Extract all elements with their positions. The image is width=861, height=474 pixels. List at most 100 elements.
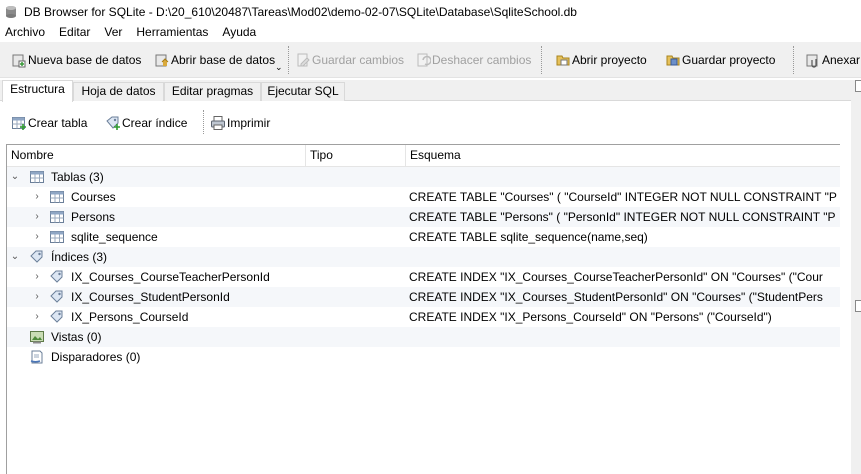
chevron-down-icon[interactable]: ⌄ [10, 167, 20, 187]
save-project-button[interactable]: Guardar proyecto [665, 51, 775, 69]
menu-archivo[interactable]: Archivo [0, 23, 52, 42]
column-header-esquema[interactable]: Esquema [406, 145, 840, 167]
tree-item-label: IX_Courses_CourseTeacherPersonId [71, 270, 270, 284]
tree-row-table[interactable]: › Courses CREATE TABLE "Courses" ( "Cour… [7, 187, 840, 207]
index-icon [50, 270, 63, 283]
create-index-label: Crear índice [122, 116, 188, 130]
new-database-button[interactable]: Nueva base de datos [11, 51, 141, 69]
tree-item-schema: CREATE TABLE "Courses" ( "CourseId" INTE… [409, 190, 837, 204]
table-icon [50, 231, 64, 243]
save-project-icon [666, 55, 680, 66]
chevron-right-icon[interactable]: › [32, 187, 42, 207]
table-icon [50, 211, 64, 223]
tree-row-index[interactable]: › IX_Courses_StudentPersonId CREATE INDE… [7, 287, 840, 307]
write-changes-button[interactable]: Guardar cambios [295, 51, 404, 69]
index-group-icon [30, 250, 43, 263]
revert-changes-label: Deshacer cambios [432, 53, 532, 67]
tree-item-label: IX_Persons_CourseId [71, 310, 189, 324]
toolbar-separator [288, 46, 289, 74]
chevron-right-icon[interactable]: › [32, 287, 42, 307]
create-table-button[interactable]: Crear tabla [11, 114, 87, 132]
chevron-right-icon[interactable]: › [32, 207, 42, 227]
tree-item-label: Courses [71, 190, 116, 204]
dock-handle[interactable] [855, 300, 861, 312]
tree-item-schema: CREATE TABLE sqlite_sequence(name,seq) [409, 230, 648, 244]
tree-row-table[interactable]: › Persons CREATE TABLE "Persons" ( "Pers… [7, 207, 840, 227]
trigger-group-icon [30, 350, 43, 364]
create-index-button[interactable]: Crear índice [105, 114, 187, 132]
table-group-icon [30, 171, 44, 183]
tree-header: Nombre Tipo Esquema [7, 145, 840, 167]
revert-changes-button[interactable]: Deshacer cambios [415, 51, 531, 69]
tree-item-schema: CREATE INDEX "IX_Persons_CourseId" ON "P… [409, 310, 772, 324]
tab-editar-pragmas[interactable]: Editar pragmas [164, 82, 261, 101]
attach-database-button[interactable]: Anexar b [805, 51, 861, 69]
title-bar: DB Browser for SQLite - D:\20_610\20487\… [0, 0, 861, 23]
print-button[interactable]: Imprimir [210, 114, 270, 132]
database-app-icon [6, 5, 16, 18]
right-dock-edge [851, 80, 861, 474]
dock-handle[interactable] [855, 80, 861, 92]
menu-herramientas[interactable]: Herramientas [129, 23, 215, 42]
tree-item-schema: CREATE TABLE "Persons" ( "PersonId" INTE… [409, 210, 836, 224]
tree-row-triggers-group[interactable]: Disparadores (0) [7, 347, 840, 367]
window-title: DB Browser for SQLite - D:\20_610\20487\… [24, 4, 577, 19]
tree-item-label: Disparadores (0) [51, 350, 141, 364]
tree-item-label: Persons [71, 210, 116, 224]
table-icon [50, 191, 64, 203]
new-database-label: Nueva base de datos [28, 53, 142, 67]
tree-row-views-group[interactable]: Vistas (0) [7, 327, 840, 347]
chevron-right-icon[interactable]: › [32, 307, 42, 327]
attach-database-label: Anexar b [822, 53, 861, 67]
schema-tree[interactable]: Nombre Tipo Esquema ⌄ Tablas (3) › Cours… [6, 144, 840, 474]
create-table-icon [12, 117, 26, 130]
tree-item-schema: CREATE INDEX "IX_Courses_StudentPersonId… [409, 290, 823, 304]
open-database-dropdown-arrow[interactable]: ⌄ [275, 62, 283, 73]
menu-bar: Archivo Editar Ver Herramientas Ayuda [0, 23, 861, 42]
write-changes-label: Guardar cambios [312, 53, 405, 67]
write-changes-icon [297, 53, 310, 67]
structure-panel: Crear tabla Crear índice Imprimir Nombre… [0, 101, 851, 474]
revert-changes-icon [417, 53, 431, 67]
chevron-right-icon[interactable]: › [32, 267, 42, 287]
toolbar-separator [203, 110, 204, 134]
tree-row-table[interactable]: › sqlite_sequence CREATE TABLE sqlite_se… [7, 227, 840, 247]
chevron-right-icon[interactable]: › [32, 227, 42, 247]
create-table-label: Crear tabla [28, 116, 88, 130]
index-icon [50, 290, 63, 303]
column-header-tipo[interactable]: Tipo [306, 145, 406, 167]
index-icon [50, 310, 63, 323]
tree-item-label: Tablas (3) [51, 170, 104, 184]
open-database-icon [155, 54, 169, 67]
create-index-icon [106, 116, 120, 130]
tree-item-label: sqlite_sequence [71, 230, 158, 244]
tree-row-index[interactable]: › IX_Courses_CourseTeacherPersonId CREAT… [7, 267, 840, 287]
toolbar-separator [541, 46, 542, 74]
open-project-icon [556, 55, 570, 66]
open-project-button[interactable]: Abrir proyecto [555, 51, 647, 69]
tree-row-indices-group[interactable]: ⌄ Índices (3) [7, 247, 840, 267]
tree-item-label: Índices (3) [51, 250, 108, 264]
menu-ver[interactable]: Ver [97, 23, 129, 42]
tab-hoja-de-datos[interactable]: Hoja de datos [73, 82, 164, 101]
open-project-label: Abrir proyecto [572, 53, 647, 67]
menu-editar[interactable]: Editar [52, 23, 97, 42]
open-database-button[interactable]: Abrir base de datos [154, 51, 275, 69]
tree-row-index[interactable]: › IX_Persons_CourseId CREATE INDEX "IX_P… [7, 307, 840, 327]
menu-ayuda[interactable]: Ayuda [215, 23, 263, 42]
tree-row-tables-group[interactable]: ⌄ Tablas (3) [7, 167, 840, 187]
tab-estructura[interactable]: Estructura [2, 80, 73, 102]
tab-ejecutar-sql[interactable]: Ejecutar SQL [261, 82, 345, 101]
main-tab-bar: Estructura Hoja de datos Editar pragmas … [0, 80, 861, 102]
tree-item-schema: CREATE INDEX "IX_Courses_CourseTeacherPe… [409, 270, 823, 284]
chevron-down-icon[interactable]: ⌄ [10, 247, 20, 267]
open-database-label: Abrir base de datos [171, 53, 276, 67]
tree-item-label: Vistas (0) [51, 330, 102, 344]
print-label: Imprimir [227, 116, 271, 130]
new-database-icon [12, 54, 26, 68]
view-group-icon [30, 331, 44, 344]
column-header-nombre[interactable]: Nombre [7, 145, 306, 167]
save-project-label: Guardar proyecto [682, 53, 776, 67]
main-toolbar: Nueva base de datos Abrir base de datos … [0, 42, 861, 78]
toolbar-separator [793, 46, 794, 74]
